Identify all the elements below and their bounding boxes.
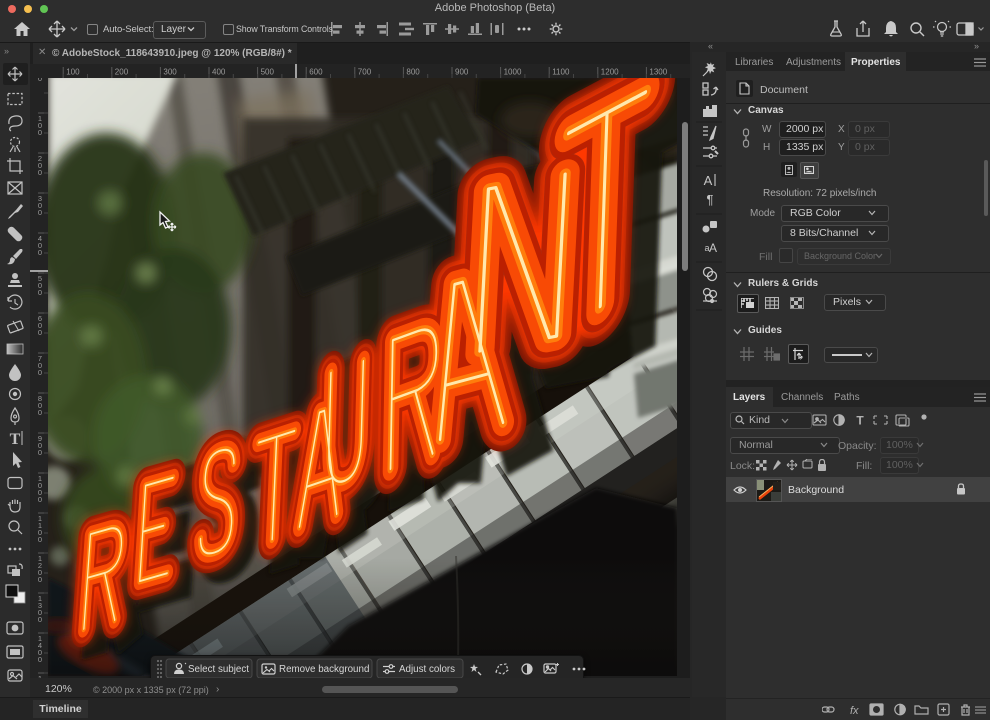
svg-text:0: 0 xyxy=(38,78,42,83)
svg-text:A: A xyxy=(704,173,713,188)
svg-text:1200: 1200 xyxy=(601,68,619,77)
svg-text:600: 600 xyxy=(309,68,323,77)
svg-text:0: 0 xyxy=(38,328,42,337)
svg-text:800: 800 xyxy=(406,68,420,77)
svg-text:300: 300 xyxy=(163,68,177,77)
svg-text:Select subject: Select subject xyxy=(188,664,249,675)
svg-text:0: 0 xyxy=(38,448,42,457)
svg-text:0: 0 xyxy=(38,368,42,377)
svg-text:500: 500 xyxy=(261,68,275,77)
svg-text:0: 0 xyxy=(38,495,42,504)
svg-text:Remove background: Remove background xyxy=(279,664,369,675)
svg-text:0: 0 xyxy=(38,408,42,417)
svg-text:0: 0 xyxy=(38,168,42,177)
svg-text:T: T xyxy=(10,431,21,448)
svg-text:700: 700 xyxy=(358,68,372,77)
svg-text:T: T xyxy=(856,414,864,428)
svg-text:0: 0 xyxy=(38,535,42,544)
svg-text:1000: 1000 xyxy=(504,68,522,77)
svg-text:400: 400 xyxy=(212,68,226,77)
svg-text:900: 900 xyxy=(455,68,469,77)
svg-text:100: 100 xyxy=(66,68,80,77)
svg-text:200: 200 xyxy=(115,68,129,77)
svg-text:fx: fx xyxy=(850,705,859,716)
svg-text:0: 0 xyxy=(38,615,42,624)
svg-text:0: 0 xyxy=(38,248,42,257)
svg-text:0: 0 xyxy=(38,128,42,137)
svg-text:0: 0 xyxy=(38,288,42,297)
svg-text:1300: 1300 xyxy=(649,68,667,77)
svg-text:¶: ¶ xyxy=(707,192,714,207)
svg-text:1100: 1100 xyxy=(552,68,570,77)
svg-text:A: A xyxy=(709,241,717,255)
svg-text:Adjust colors: Adjust colors xyxy=(399,664,455,675)
svg-text:0: 0 xyxy=(38,575,42,584)
svg-text:0: 0 xyxy=(38,208,42,217)
svg-text:0: 0 xyxy=(38,655,42,664)
